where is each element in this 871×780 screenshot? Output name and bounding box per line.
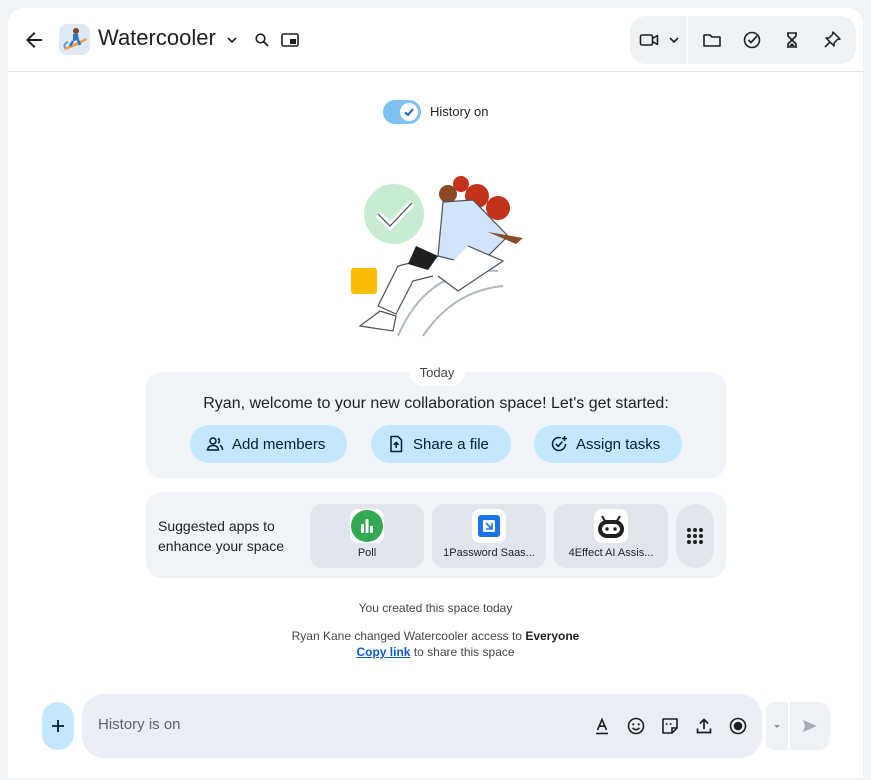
share-file-icon — [390, 435, 403, 453]
app-tile-4effect[interactable]: 4Effect AI Assis... — [554, 504, 668, 568]
space-title[interactable]: Watercooler — [98, 25, 216, 51]
copy-link-message: Copy link to share this space — [8, 645, 863, 659]
message-input[interactable] — [98, 716, 478, 733]
upload-icon[interactable] — [694, 716, 714, 736]
space-avatar[interactable] — [59, 24, 90, 55]
history-label: History on — [430, 104, 489, 119]
more-apps-button[interactable] — [676, 504, 714, 568]
checkmark-icon — [404, 108, 414, 117]
send-icon — [803, 720, 817, 732]
chevron-down-icon[interactable] — [668, 30, 680, 50]
chevron-down-icon[interactable] — [225, 33, 239, 47]
toggle-knob — [400, 103, 418, 121]
text-format-icon[interactable] — [592, 716, 612, 736]
assign-tasks-label: Assign tasks — [576, 435, 661, 453]
back-arrow-icon[interactable] — [22, 28, 46, 52]
hourglass-icon[interactable] — [782, 30, 802, 50]
add-members-button[interactable]: Add members — [190, 425, 347, 463]
add-members-label: Add members — [232, 435, 326, 453]
poll-icon — [351, 510, 383, 542]
welcome-message: Ryan, welcome to your new collaboration … — [203, 395, 669, 412]
search-icon[interactable] — [254, 32, 270, 48]
app-name: Poll — [357, 547, 377, 559]
send-options-button[interactable] — [766, 702, 788, 750]
surfer-emoji-icon — [63, 28, 87, 50]
message-composer — [82, 694, 762, 758]
add-attachment-button[interactable] — [42, 702, 74, 750]
robot-icon — [598, 515, 624, 538]
onepassword-icon — [478, 515, 500, 537]
chat-window: Watercooler History on Today Ryan, welco… — [8, 8, 863, 778]
suggested-apps-card: Suggested apps to enhance your space Pol… — [146, 492, 726, 578]
copy-link[interactable]: Copy link — [356, 645, 410, 659]
add-members-icon — [206, 437, 224, 451]
apps-grid-icon — [687, 528, 703, 544]
share-file-button[interactable]: Share a file — [371, 425, 511, 463]
app-icon-container — [350, 509, 384, 543]
plus-icon — [52, 720, 64, 732]
caret-down-icon — [774, 725, 780, 728]
app-icon-container — [472, 509, 506, 543]
tasks-check-icon[interactable] — [742, 30, 762, 50]
app-name: 1Password Saas... — [443, 547, 535, 559]
access-changed-message: Ryan Kane changed Watercooler access to … — [8, 629, 863, 643]
files-folder-icon[interactable] — [702, 30, 722, 50]
welcome-card: Ryan, welcome to your new collaboration … — [146, 372, 726, 478]
copy-link-suffix: to share this space — [413, 645, 515, 659]
space-header: Watercooler — [8, 8, 863, 72]
access-changed-text: Ryan Kane changed Watercooler access to — [291, 629, 522, 643]
sticker-icon[interactable] — [660, 716, 680, 736]
space-tools-group — [688, 16, 856, 64]
send-button[interactable] — [790, 702, 830, 750]
suggested-apps-label: Suggested apps to enhance your space — [158, 518, 285, 554]
app-icon-container — [594, 509, 628, 543]
video-call-group — [630, 16, 686, 64]
share-file-label: Share a file — [413, 435, 489, 453]
access-value: Everyone — [525, 629, 580, 643]
assign-tasks-icon — [551, 436, 567, 452]
history-toggle[interactable] — [383, 100, 421, 124]
pin-icon[interactable] — [822, 30, 842, 50]
app-name: 4Effect AI Assis... — [568, 547, 654, 559]
video-call-icon[interactable] — [639, 30, 659, 50]
date-divider-chip: Today — [409, 358, 465, 386]
record-video-icon[interactable] — [728, 716, 748, 736]
welcome-illustration — [351, 176, 523, 337]
app-tile-poll[interactable]: Poll — [310, 504, 424, 568]
space-created-message: You created this space today — [358, 601, 513, 615]
app-tile-1password[interactable]: 1Password Saas... — [432, 504, 546, 568]
emoji-icon[interactable] — [626, 716, 646, 736]
picture-in-picture-icon[interactable] — [281, 32, 299, 48]
assign-tasks-button[interactable]: Assign tasks — [534, 425, 682, 463]
